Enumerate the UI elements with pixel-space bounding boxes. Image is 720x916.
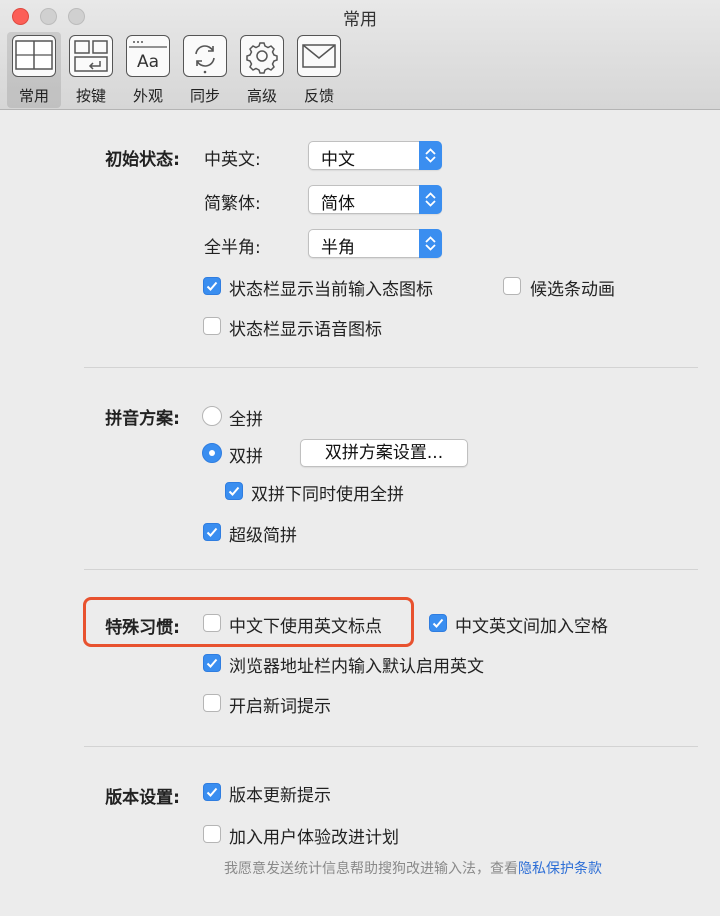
separator: [84, 569, 698, 570]
super-abbrev-checkbox[interactable]: [203, 523, 221, 541]
new-word-tip-label[interactable]: 开启新词提示: [229, 692, 331, 717]
appearance-icon: Aa: [126, 35, 170, 77]
general-icon: [12, 35, 56, 77]
ux-plan-checkbox[interactable]: [203, 825, 221, 843]
stats-footnote: 我愿意发送统计信息帮助搜狗改进输入法，查看隐私保护条款: [224, 858, 602, 878]
browser-english-checkbox[interactable]: [203, 654, 221, 672]
full-pinyin-radio[interactable]: [202, 406, 222, 426]
new-word-tip-checkbox[interactable]: [203, 694, 221, 712]
english-punct-label[interactable]: 中文下使用英文标点: [229, 612, 382, 637]
habits-label: 特殊习惯:: [105, 618, 180, 638]
window-toolbar: 常用 常用 按键 Aa 外观 同步 高级 反馈: [0, 0, 720, 110]
candidate-animation-checkbox[interactable]: [503, 277, 521, 295]
tab-general[interactable]: 常用: [7, 32, 61, 108]
charset-popup[interactable]: 简体: [308, 185, 442, 214]
tab-appearance[interactable]: Aa 外观: [121, 32, 175, 108]
tab-sync-label: 同步: [189, 87, 220, 105]
separator: [84, 746, 698, 747]
stats-footnote-text: 我愿意发送统计信息帮助搜狗改进输入法，查看: [224, 861, 518, 877]
tab-feedback[interactable]: 反馈: [292, 32, 346, 108]
pinyin-label: 拼音方案:: [105, 409, 180, 429]
add-space-label[interactable]: 中文英文间加入空格: [455, 612, 608, 637]
lang-popup[interactable]: 中文: [308, 141, 442, 170]
checkmark-icon: [228, 486, 240, 496]
width-label: 全半角:: [204, 238, 261, 258]
update-tip-checkbox[interactable]: [203, 783, 221, 801]
english-punct-checkbox[interactable]: [203, 614, 221, 632]
popup-arrows-icon: [419, 185, 442, 214]
gear-icon: [240, 35, 284, 77]
super-abbrev-label[interactable]: 超级简拼: [229, 521, 297, 546]
show-status-icon-checkbox[interactable]: [203, 277, 221, 295]
show-voice-icon-checkbox[interactable]: [203, 317, 221, 335]
tab-appearance-label: 外观: [132, 87, 163, 105]
separator: [84, 367, 698, 368]
window-title: 常用: [343, 10, 377, 30]
double-also-full-checkbox[interactable]: [225, 482, 243, 500]
checkmark-icon: [206, 787, 218, 797]
width-popup[interactable]: 半角: [308, 229, 442, 258]
tab-general-label: 常用: [18, 87, 49, 105]
charset-label: 简繁体:: [204, 194, 261, 214]
candidate-animation-label[interactable]: 候选条动画: [530, 275, 615, 300]
keys-icon: [69, 35, 113, 77]
popup-arrows-icon: [419, 229, 442, 258]
checkmark-icon: [432, 618, 444, 628]
lang-label: 中英文:: [204, 150, 261, 170]
show-voice-icon-label[interactable]: 状态栏显示语音图标: [229, 315, 382, 340]
popup-arrows-icon: [419, 141, 442, 170]
envelope-icon: [297, 35, 341, 77]
double-pinyin-label[interactable]: 双拼: [229, 442, 263, 467]
preferences-window: 常用 常用 按键 Aa 外观 同步 高级 反馈 初始状态: 中英文: 中文 简繁…: [0, 0, 720, 916]
checkmark-icon: [206, 527, 218, 537]
privacy-link[interactable]: 隐私保护条款: [518, 861, 602, 877]
tab-feedback-label: 反馈: [303, 87, 334, 105]
double-also-full-label[interactable]: 双拼下同时使用全拼: [251, 480, 404, 505]
double-pinyin-radio[interactable]: [202, 443, 222, 463]
tab-sync[interactable]: 同步: [178, 32, 232, 108]
charset-value: 简体: [321, 194, 355, 214]
browser-english-label[interactable]: 浏览器地址栏内输入默认启用英文: [229, 652, 484, 677]
tab-keys[interactable]: 按键: [64, 32, 118, 108]
checkmark-icon: [206, 281, 218, 291]
update-tip-label[interactable]: 版本更新提示: [229, 781, 331, 806]
add-space-checkbox[interactable]: [429, 614, 447, 632]
full-pinyin-label[interactable]: 全拼: [229, 405, 263, 430]
initial-state-label: 初始状态:: [105, 150, 180, 170]
double-pinyin-settings-button[interactable]: 双拼方案设置...: [300, 439, 468, 467]
lang-value: 中文: [321, 150, 355, 170]
show-status-icon-label[interactable]: 状态栏显示当前输入态图标: [229, 275, 433, 300]
checkmark-icon: [206, 658, 218, 668]
sync-icon: [183, 35, 227, 77]
ux-plan-label[interactable]: 加入用户体验改进计划: [229, 823, 399, 848]
width-value: 半角: [321, 238, 355, 258]
tab-advanced[interactable]: 高级: [235, 32, 289, 108]
version-label: 版本设置:: [105, 788, 180, 808]
appearance-icon-text: Aa: [137, 52, 159, 72]
tab-keys-label: 按键: [75, 87, 106, 105]
tab-advanced-label: 高级: [246, 87, 277, 105]
